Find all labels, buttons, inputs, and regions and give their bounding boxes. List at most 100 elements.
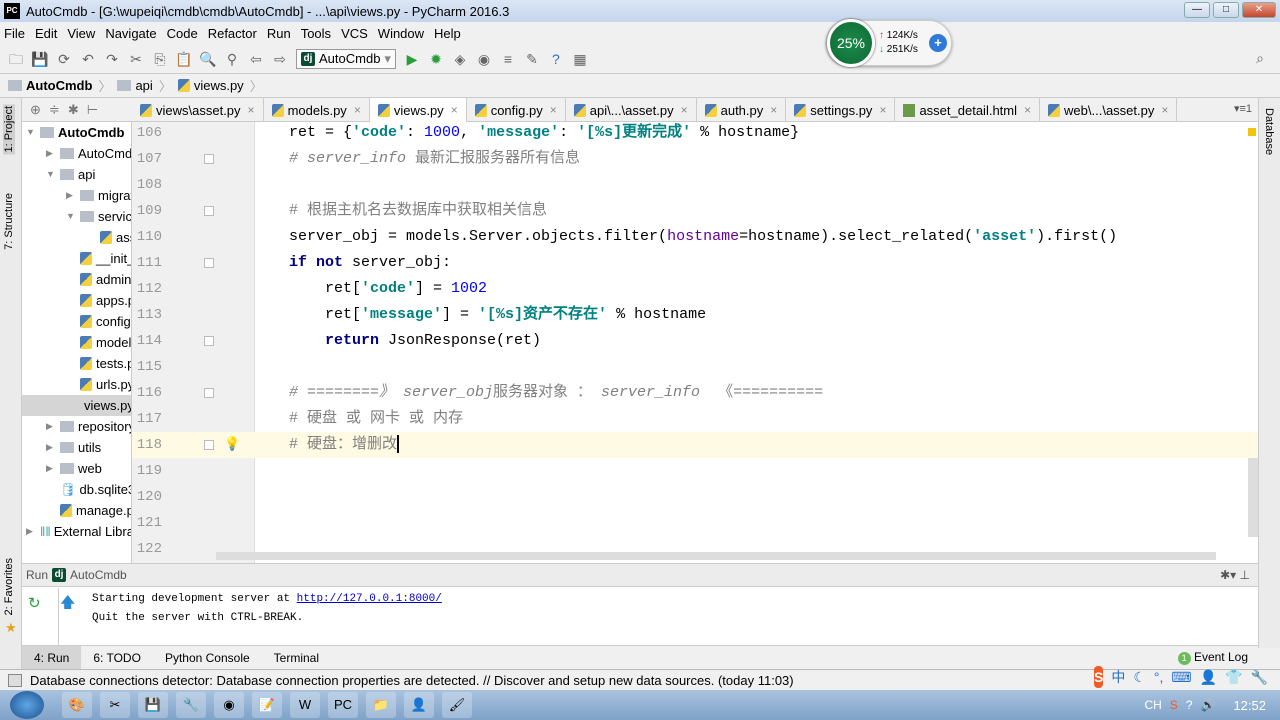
plus-icon[interactable]: + [929, 34, 947, 52]
paste-icon[interactable]: 📋 [175, 50, 193, 68]
help-icon[interactable]: ? [547, 50, 565, 68]
close-tab-icon[interactable]: × [354, 103, 361, 117]
menu-run[interactable]: Run [267, 26, 291, 41]
close-tab-icon[interactable]: × [248, 103, 255, 117]
menu-navigate[interactable]: Navigate [105, 26, 156, 41]
tree-item[interactable]: manage.py [46, 500, 131, 521]
cut-icon[interactable]: ✂ [127, 50, 145, 68]
taskbar-app-word-icon[interactable]: W [290, 692, 320, 718]
redo-icon[interactable]: ↷ [103, 50, 121, 68]
tree-item[interactable]: urls.py [66, 374, 131, 395]
gear-icon[interactable]: ✱▾ ⊥ [1220, 568, 1250, 582]
menu-code[interactable]: Code [167, 26, 198, 41]
run-icon[interactable]: ▶ [403, 50, 421, 68]
expand-arrow-icon[interactable]: ▼ [66, 206, 80, 227]
fold-marker-icon[interactable] [204, 154, 214, 164]
wrench-icon[interactable]: 🔧 [1251, 669, 1268, 686]
code-line[interactable]: 115 [132, 354, 1258, 380]
ime-mode[interactable]: 中 [1111, 667, 1125, 687]
breadcrumb-item[interactable]: views.py [194, 78, 244, 93]
tab-web-asset-py[interactable]: web\...\asset.py × [1040, 98, 1178, 122]
tree-item[interactable]: apps.py [66, 290, 131, 311]
back-icon[interactable]: ⇦ [247, 50, 265, 68]
close-tab-icon[interactable]: × [1161, 103, 1168, 117]
code-line[interactable]: 121 [132, 510, 1258, 536]
clock[interactable]: 12:52 [1233, 698, 1266, 713]
code-line[interactable]: 117 # 硬盘 或 网卡 或 内存 [132, 406, 1258, 432]
status-message[interactable]: Database connections detector: Database … [30, 673, 794, 688]
sogou-logo[interactable]: S [1094, 666, 1104, 688]
close-tab-icon[interactable]: × [1024, 103, 1031, 117]
settings-icon[interactable]: ✎ [523, 50, 541, 68]
expand-arrow-icon[interactable]: ▶ [46, 458, 60, 479]
code-editor[interactable]: 106 ret = {'code': 1000, 'message': '[%s]… [132, 122, 1258, 563]
user-icon[interactable]: 👤 [1200, 669, 1217, 686]
maximize-button[interactable]: □ [1213, 2, 1239, 18]
moon-icon[interactable]: ☾ [1133, 669, 1146, 686]
fold-marker-icon[interactable] [204, 388, 214, 398]
expand-arrow-icon[interactable]: ▶ [46, 437, 60, 458]
tree-item[interactable]: ▼ api [46, 164, 95, 185]
taskbar-app-tools-icon[interactable]: 🔧 [176, 692, 206, 718]
tab-views-asset-py[interactable]: views\asset.py × [132, 98, 264, 122]
code-line[interactable]: 112 ret['code'] = 1002 [132, 276, 1258, 302]
volume-icon[interactable]: 🔊 [1201, 698, 1216, 712]
tree-item[interactable]: ▶ utils [46, 437, 101, 458]
sogou-icon[interactable]: S [1170, 698, 1178, 712]
tab-views-py[interactable]: views.py × [369, 98, 467, 122]
tab-models-py[interactable]: models.py × [264, 98, 370, 122]
language-indicator[interactable]: CH [1144, 698, 1161, 712]
network-monitor-widget[interactable]: 25% ↑ 124K/s ↓ 251K/s + [826, 19, 952, 67]
rerun-icon[interactable]: ↻ [28, 594, 41, 612]
code-line[interactable]: 116 # ========》 server_obj服务器对象 ： server_… [132, 380, 1258, 406]
taskbar-app-paint-icon[interactable]: 🎨 [62, 692, 92, 718]
tree-item[interactable]: config.py [66, 311, 131, 332]
code-line[interactable]: 107 # server_info 最新汇报服务器所有信息 [132, 146, 1258, 172]
concurrency-icon[interactable]: ≡ [499, 50, 517, 68]
save-icon[interactable]: 💾 [31, 50, 49, 68]
profile-icon[interactable]: ◉ [475, 50, 493, 68]
code-line[interactable]: 122 [132, 536, 1258, 562]
close-tab-icon[interactable]: × [451, 103, 458, 117]
coverage-icon[interactable]: ◈ [451, 50, 469, 68]
fold-marker-icon[interactable] [204, 206, 214, 216]
tree-item[interactable]: __init__.py [66, 248, 131, 269]
open-icon[interactable]: 🗀 [7, 50, 25, 68]
structure-tool-button[interactable]: 7: Structure [3, 193, 15, 250]
breadcrumb-item[interactable]: AutoCmdb [26, 78, 92, 93]
taskbar-app-paint2-icon[interactable]: 🖌 [442, 692, 472, 718]
fold-marker-icon[interactable] [204, 258, 214, 268]
keyboard-icon[interactable]: ⌨ [1171, 669, 1191, 686]
undo-icon[interactable]: ↶ [79, 50, 97, 68]
code-line[interactable]: 120 [132, 484, 1258, 510]
tree-item[interactable]: ▶ǁǁExternal Libraries [26, 521, 131, 542]
tree-item[interactable]: ▶ migrations [66, 185, 131, 206]
code-line[interactable]: 111 if not server_obj: [132, 250, 1258, 276]
sync-icon[interactable]: ⟳ [55, 50, 73, 68]
lightbulb-icon[interactable]: 💡 [224, 432, 240, 458]
expand-arrow-icon[interactable]: ▶ [26, 521, 40, 542]
favorites-tool-button[interactable]: 2: Favorites [3, 558, 15, 615]
tab-settings-py[interactable]: settings.py × [786, 98, 896, 122]
tree-item[interactable]: ▶ AutoCmdb [46, 143, 131, 164]
fold-marker-icon[interactable] [204, 336, 214, 346]
punctuation-icon[interactable]: °, [1154, 669, 1164, 685]
search-icon[interactable]: ⌕ [1251, 49, 1269, 67]
taskbar-app-notepad-icon[interactable]: 📝 [252, 692, 282, 718]
expand-arrow-icon[interactable]: ▼ [26, 122, 40, 143]
tool-tab-6-todo[interactable]: 6: TODO [81, 646, 153, 670]
tab-api-asset-py[interactable]: api\...\asset.py × [566, 98, 697, 122]
breadcrumb-item[interactable]: api [135, 78, 152, 93]
copy-icon[interactable]: ⎘ [151, 50, 169, 68]
close-tab-icon[interactable]: × [879, 103, 886, 117]
find-icon[interactable]: 🔍 [199, 50, 217, 68]
tool-tab-terminal[interactable]: Terminal [262, 646, 331, 670]
forward-icon[interactable]: ⇨ [271, 50, 289, 68]
taskbar-app-chrome-icon[interactable]: ◉ [214, 692, 244, 718]
tab-overflow-button[interactable]: ▾≡1 [1228, 98, 1258, 121]
menu-vcs[interactable]: VCS [341, 26, 368, 41]
menu-help[interactable]: Help [434, 26, 461, 41]
tree-item[interactable]: asset.py [86, 227, 131, 248]
hide-icon[interactable]: ⊢ [87, 102, 98, 118]
server-link[interactable]: http://127.0.0.1:8000/ [297, 593, 442, 605]
